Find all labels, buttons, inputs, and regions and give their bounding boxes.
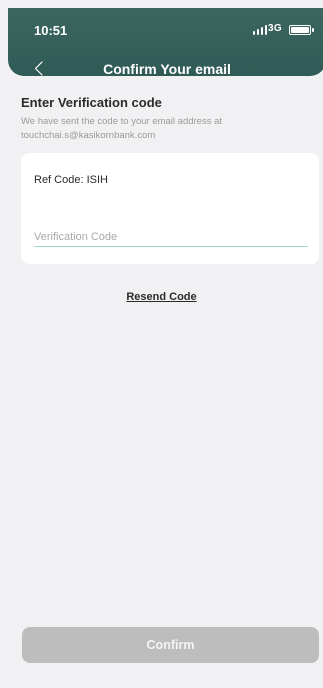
resend-row: Resend Code [0,287,323,305]
verification-code-input[interactable] [34,227,308,247]
status-time: 10:51 [34,23,68,38]
network-type: 3G [268,23,282,34]
ref-code-label: Ref Code: ISIH [34,174,108,186]
screen: 10:51 3G Confirm Your email Enter Verifi… [0,0,323,688]
app-header: 10:51 3G Confirm Your email [8,8,323,77]
confirm-button[interactable]: Confirm [22,627,319,663]
resend-code-link[interactable]: Resend Code [126,291,196,303]
verification-card: Ref Code: ISIH [21,153,319,264]
battery-icon [289,25,314,35]
signal-icon [253,25,267,35]
instruction-text: We have sent the code to your email addr… [21,116,223,141]
page-title: Confirm Your email [103,61,231,77]
section-title: Enter Verification code [21,95,162,110]
